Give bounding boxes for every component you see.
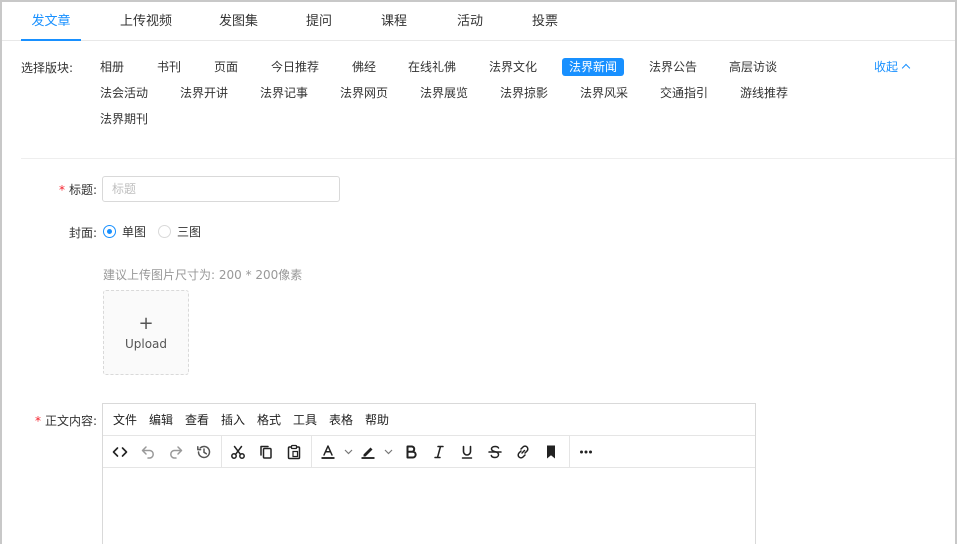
source-code-icon[interactable] [108,440,132,464]
editor-toolbar [103,436,755,468]
content-label-text: 正文内容: [44,414,97,428]
section-item[interactable]: 法界公告 [649,58,697,76]
section-item[interactable]: 法会活动 [100,84,148,102]
section-item[interactable]: 法界展览 [420,84,468,102]
highlight-color-icon[interactable] [356,440,380,464]
cut-icon[interactable] [226,440,250,464]
tab-course[interactable]: 课程 [381,2,407,41]
section-item[interactable]: 游线推荐 [740,84,788,102]
content-label: * 正文内容: [22,412,97,429]
tab-activity[interactable]: 活动 [457,2,483,41]
menu-file[interactable]: 文件 [113,404,137,436]
menu-table[interactable]: 表格 [329,404,353,436]
title-label: * 标题: [42,181,97,198]
underline-icon[interactable] [455,440,479,464]
undo-icon[interactable] [136,440,160,464]
image-upload-button[interactable]: + Upload [103,290,189,375]
section-item[interactable]: 佛经 [352,58,376,76]
tab-gallery[interactable]: 发图集 [219,2,258,41]
radio-checked-icon [103,225,116,238]
required-mark: * [34,414,41,428]
menu-help[interactable]: 帮助 [365,404,389,436]
copy-icon[interactable] [254,440,278,464]
cover-radio-single[interactable]: 单图 [103,224,146,240]
redo-icon[interactable] [164,440,188,464]
editor-menubar: 文件 编辑 查看 插入 格式 工具 表格 帮助 [103,404,755,436]
section-item[interactable]: 交通指引 [660,84,708,102]
upload-label: Upload [124,337,168,351]
bookmark-icon[interactable] [539,440,563,464]
content-type-tabs: 发文章 上传视频 发图集 提问 课程 活动 投票 [2,2,955,41]
tab-vote[interactable]: 投票 [532,2,558,41]
page-frame: 发文章 上传视频 发图集 提问 课程 活动 投票 选择版块: 相册 书刊 页面 … [0,0,957,544]
menu-view[interactable]: 查看 [185,404,209,436]
rich-text-editor: 文件 编辑 查看 插入 格式 工具 表格 帮助 [102,403,756,544]
section-item[interactable]: 法界网页 [340,84,388,102]
strikethrough-icon[interactable] [483,440,507,464]
section-item[interactable]: 今日推荐 [271,58,319,76]
italic-icon[interactable] [427,440,451,464]
section-item[interactable]: 相册 [100,58,124,76]
menu-edit[interactable]: 编辑 [149,404,173,436]
section-item[interactable]: 在线礼佛 [408,58,456,76]
radio-unchecked-icon [158,225,171,238]
tab-article[interactable]: 发文章 [21,2,81,41]
section-item[interactable]: 法界掠影 [500,84,548,102]
cover-option-label: 三图 [177,225,202,239]
section-label: 选择版块: [21,61,74,75]
cover-radio-triple[interactable]: 三图 [158,224,201,240]
collapse-label: 收起 [874,60,899,74]
text-color-icon[interactable] [316,440,340,464]
section-item[interactable]: 书刊 [157,58,181,76]
history-icon[interactable] [192,440,216,464]
chevron-down-icon[interactable] [343,440,353,464]
title-label-text: 标题: [68,183,97,197]
toolbar-separator [221,436,222,468]
editor-content-area[interactable] [103,468,755,544]
chevron-down-icon[interactable] [383,440,393,464]
menu-insert[interactable]: 插入 [221,404,245,436]
bold-icon[interactable] [399,440,423,464]
link-icon[interactable] [511,440,535,464]
more-icon[interactable] [574,440,598,464]
tab-question[interactable]: 提问 [306,2,332,41]
required-mark: * [58,183,65,197]
section-item[interactable]: 法界开讲 [180,84,228,102]
cover-option-label: 单图 [122,225,147,239]
section-item[interactable]: 法界记事 [260,84,308,102]
collapse-toggle[interactable]: 收起 [874,58,911,75]
toolbar-separator [311,436,312,468]
section-item[interactable]: 法界风采 [580,84,628,102]
paste-icon[interactable] [282,440,306,464]
menu-format[interactable]: 格式 [257,404,281,436]
plus-icon: + [138,313,154,334]
section-item[interactable]: 高层访谈 [729,58,777,76]
menu-tools[interactable]: 工具 [293,404,317,436]
chevron-up-icon [901,63,911,73]
section-divider [21,158,955,159]
section-item[interactable]: 法界期刊 [100,110,148,128]
section-item[interactable]: 法界文化 [489,58,537,76]
section-item-active[interactable]: 法界新闻 [562,58,625,76]
toolbar-separator [569,436,570,468]
upload-hint: 建议上传图片尺寸为: 200 * 200像素 [103,268,303,282]
tab-video[interactable]: 上传视频 [120,2,172,41]
section-item[interactable]: 页面 [214,58,238,76]
title-input[interactable] [102,176,340,202]
cover-label: 封面: [68,226,97,240]
